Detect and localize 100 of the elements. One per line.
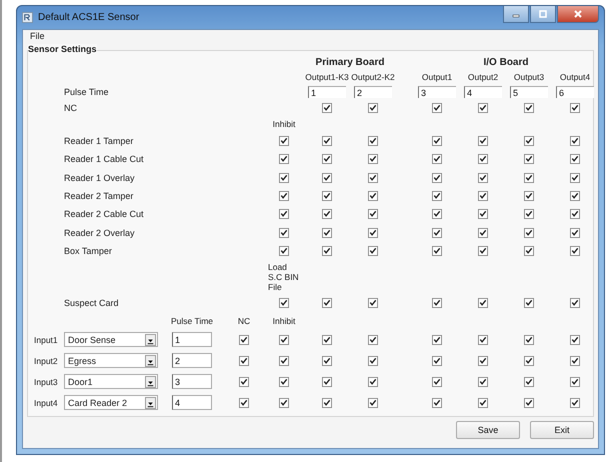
checkbox[interactable]	[478, 356, 488, 366]
pulse-time-field[interactable]: 4	[172, 395, 212, 410]
checkbox[interactable]	[570, 398, 580, 408]
checkbox[interactable]	[524, 246, 534, 256]
checkbox[interactable]	[432, 376, 442, 387]
pulse-time-field[interactable]: 1	[172, 332, 212, 348]
checkbox[interactable]	[279, 298, 289, 308]
checkbox[interactable]	[524, 103, 534, 113]
checkbox[interactable]	[368, 246, 378, 256]
checkbox[interactable]	[239, 376, 249, 387]
checkbox[interactable]	[322, 356, 332, 366]
minimize-button[interactable]	[503, 6, 529, 23]
checkbox[interactable]	[239, 356, 249, 366]
checkbox[interactable]	[432, 246, 442, 256]
checkbox[interactable]	[570, 356, 580, 366]
source-dropdown[interactable]: Egress	[64, 353, 158, 368]
close-button[interactable]	[557, 6, 599, 23]
source-dropdown[interactable]: Door Sense	[64, 332, 158, 348]
checkbox[interactable]	[524, 191, 534, 202]
dialog-button[interactable]: Save	[456, 421, 520, 440]
checkbox[interactable]	[239, 334, 249, 345]
checkbox[interactable]	[478, 103, 488, 113]
checkbox[interactable]	[478, 136, 488, 146]
checkbox[interactable]	[432, 103, 442, 113]
checkbox[interactable]	[524, 136, 534, 146]
checkbox[interactable]	[524, 334, 534, 345]
checkbox[interactable]	[570, 209, 580, 220]
checkbox[interactable]	[279, 172, 289, 183]
menu-item[interactable]: File	[30, 31, 45, 44]
checkbox[interactable]	[368, 356, 378, 366]
checkbox[interactable]	[322, 398, 332, 408]
checkbox[interactable]	[368, 298, 378, 308]
checkbox[interactable]	[368, 334, 378, 345]
checkbox[interactable]	[432, 228, 442, 238]
checkbox[interactable]	[524, 209, 534, 220]
pulse-time-field[interactable]: 4	[464, 86, 502, 98]
pulse-time-field[interactable]: 3	[418, 86, 456, 98]
checkbox[interactable]	[322, 298, 332, 308]
checkbox[interactable]	[279, 356, 289, 366]
checkbox[interactable]	[478, 209, 488, 220]
checkbox[interactable]	[570, 334, 580, 345]
checkbox[interactable]	[524, 398, 534, 408]
pulse-time-field[interactable]: 2	[172, 353, 212, 368]
checkbox[interactable]	[432, 298, 442, 308]
checkbox[interactable]	[279, 191, 289, 202]
checkbox[interactable]	[478, 334, 488, 345]
checkbox[interactable]	[279, 398, 289, 408]
checkbox[interactable]	[478, 398, 488, 408]
checkbox[interactable]	[570, 136, 580, 146]
pulse-time-field[interactable]: 5	[510, 86, 548, 98]
maximize-button[interactable]	[530, 6, 556, 23]
checkbox[interactable]	[322, 172, 332, 183]
checkbox[interactable]	[432, 136, 442, 146]
source-dropdown[interactable]: Card Reader 2	[64, 395, 158, 410]
checkbox[interactable]	[524, 298, 534, 308]
checkbox[interactable]	[368, 398, 378, 408]
checkbox[interactable]	[570, 191, 580, 202]
checkbox[interactable]	[524, 376, 534, 387]
checkbox[interactable]	[570, 154, 580, 164]
checkbox[interactable]	[322, 334, 332, 345]
pulse-time-field[interactable]: 2	[354, 86, 392, 98]
checkbox[interactable]	[432, 172, 442, 183]
checkbox[interactable]	[368, 191, 378, 202]
checkbox[interactable]	[432, 356, 442, 366]
checkbox[interactable]	[279, 136, 289, 146]
checkbox[interactable]	[322, 376, 332, 387]
source-dropdown[interactable]: Door1	[64, 374, 158, 390]
checkbox[interactable]	[478, 191, 488, 202]
checkbox[interactable]	[322, 103, 332, 113]
checkbox[interactable]	[432, 154, 442, 164]
checkbox[interactable]	[524, 154, 534, 164]
checkbox[interactable]	[478, 172, 488, 183]
checkbox[interactable]	[279, 246, 289, 256]
checkbox[interactable]	[322, 136, 332, 146]
checkbox[interactable]	[432, 191, 442, 202]
checkbox[interactable]	[239, 398, 249, 408]
dialog-button[interactable]: Exit	[530, 421, 594, 440]
checkbox[interactable]	[570, 246, 580, 256]
checkbox[interactable]	[279, 228, 289, 238]
pulse-time-field[interactable]: 1	[308, 86, 346, 98]
checkbox[interactable]	[432, 398, 442, 408]
checkbox[interactable]	[478, 376, 488, 387]
checkbox[interactable]	[279, 376, 289, 387]
checkbox[interactable]	[524, 228, 534, 238]
checkbox[interactable]	[322, 228, 332, 238]
checkbox[interactable]	[322, 209, 332, 220]
checkbox[interactable]	[279, 209, 289, 220]
checkbox[interactable]	[368, 103, 378, 113]
checkbox[interactable]	[368, 209, 378, 220]
checkbox[interactable]	[432, 209, 442, 220]
checkbox[interactable]	[478, 228, 488, 238]
checkbox[interactable]	[478, 246, 488, 256]
checkbox[interactable]	[570, 103, 580, 113]
checkbox[interactable]	[478, 298, 488, 308]
checkbox[interactable]	[322, 154, 332, 164]
checkbox[interactable]	[524, 172, 534, 183]
checkbox[interactable]	[322, 246, 332, 256]
checkbox[interactable]	[570, 376, 580, 387]
checkbox[interactable]	[570, 172, 580, 183]
checkbox[interactable]	[368, 154, 378, 164]
